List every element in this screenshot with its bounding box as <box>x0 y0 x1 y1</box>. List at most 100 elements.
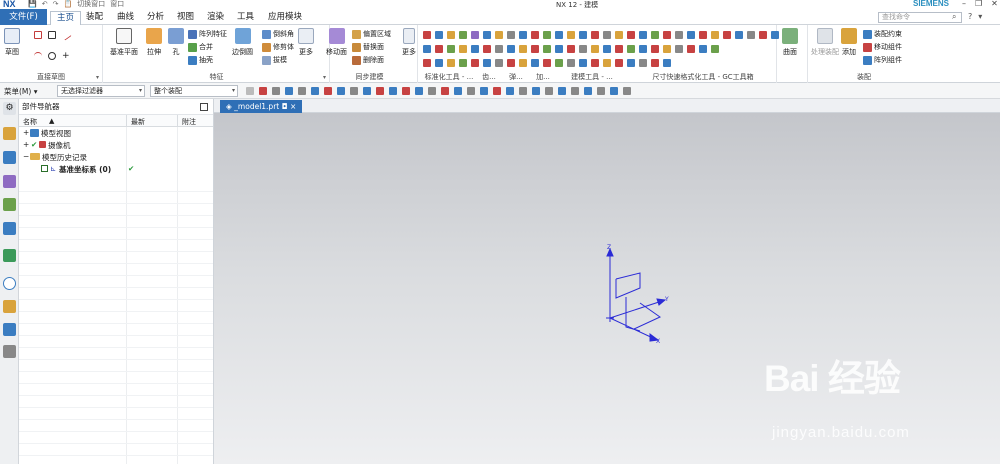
tool-icon[interactable] <box>519 45 527 53</box>
part-navigator-icon[interactable] <box>3 175 16 188</box>
tab-assembly[interactable]: 装配 <box>86 11 103 25</box>
tool-icon[interactable] <box>495 59 503 67</box>
pattern-feature-button[interactable]: 阵列特征 <box>188 29 227 39</box>
sketch-button[interactable]: 草图 <box>4 28 20 57</box>
minimize-icon[interactable]: – <box>962 0 966 8</box>
more-sync-button[interactable]: 更多 <box>402 28 416 57</box>
tool-icon[interactable] <box>543 45 551 53</box>
tab-home[interactable]: 主页 <box>50 11 82 25</box>
toolbox-label-machining[interactable]: 加... <box>531 72 555 82</box>
tool-icon[interactable] <box>435 59 443 67</box>
tool-icon[interactable] <box>615 59 623 67</box>
unite-button[interactable]: 合并 <box>188 42 213 52</box>
quick-access-toolbar[interactable]: 💾 ↶ ↷ 📋 切换窗口 窗口 <box>28 0 124 8</box>
history-palette-icon[interactable] <box>3 249 16 262</box>
datum-plane-button[interactable]: 基准平面 <box>110 28 138 57</box>
snap-icon[interactable] <box>363 87 371 95</box>
snap-icon[interactable] <box>493 87 501 95</box>
selection-scope-select[interactable]: 整个装配 ▾ <box>150 85 238 97</box>
graphics-window[interactable]: Z Y X <box>214 113 1000 464</box>
tool-icon[interactable] <box>603 59 611 67</box>
toolbox-label-standard[interactable]: 标准化工具 - ... <box>419 72 479 82</box>
column-name[interactable]: 名称 <box>23 117 37 127</box>
add-component-button[interactable]: 添加 <box>841 28 857 57</box>
close-icon[interactable]: ✕ <box>991 0 998 8</box>
tree-row-model-views[interactable]: + 模型视图 <box>19 127 213 139</box>
tool-icon[interactable] <box>471 45 479 53</box>
surface-button[interactable]: 曲面 <box>782 28 798 57</box>
tool-icon[interactable] <box>603 45 611 53</box>
tool-icon[interactable] <box>759 31 767 39</box>
process-studio-icon[interactable] <box>3 345 16 358</box>
snap-icon[interactable] <box>259 87 267 95</box>
system-material-icon[interactable] <box>3 323 16 336</box>
tool-icon[interactable] <box>555 31 563 39</box>
snap-icon[interactable] <box>454 87 462 95</box>
search-icon[interactable]: ⌕ <box>952 12 956 22</box>
type-filter-select[interactable]: 无选择过滤器 ▾ <box>57 85 145 97</box>
undo-icon[interactable]: ↶ <box>42 0 48 8</box>
tool-icon[interactable] <box>639 59 647 67</box>
tool-icon[interactable] <box>579 45 587 53</box>
tool-icon[interactable] <box>675 31 683 39</box>
tab-applications[interactable]: 应用模块 <box>268 11 302 25</box>
switch-window-button[interactable]: 切换窗口 <box>77 0 105 9</box>
tool-icon[interactable] <box>591 59 599 67</box>
chevron-down-icon[interactable]: ▾ <box>96 74 99 81</box>
snap-icon[interactable] <box>389 87 397 95</box>
constraint-navigator-icon[interactable] <box>3 151 16 164</box>
trim-body-button[interactable]: 修剪体 <box>262 42 294 52</box>
tool-icon[interactable] <box>483 31 491 39</box>
snap-icon[interactable] <box>350 87 358 95</box>
tab-analysis[interactable]: 分析 <box>147 11 164 25</box>
tool-icon[interactable] <box>663 31 671 39</box>
maximize-icon[interactable] <box>200 103 208 111</box>
tab-tools[interactable]: 工具 <box>237 11 254 25</box>
snap-icon[interactable] <box>298 87 306 95</box>
snap-icon[interactable] <box>415 87 423 95</box>
tool-icon[interactable] <box>651 31 659 39</box>
menu-button[interactable]: 菜单(M) ▾ <box>4 86 37 97</box>
view-icon[interactable] <box>597 87 605 95</box>
tool-icon[interactable] <box>723 31 731 39</box>
tool-icon[interactable] <box>567 31 575 39</box>
tool-icon[interactable] <box>435 45 443 53</box>
view-icon[interactable] <box>558 87 566 95</box>
tool-icon[interactable] <box>519 59 527 67</box>
assembly-constraint-button[interactable]: 装配约束 <box>863 29 902 39</box>
snap-icon[interactable] <box>467 87 475 95</box>
tool-icon[interactable] <box>507 31 515 39</box>
reuse-library-icon[interactable] <box>3 198 16 211</box>
snap-icon[interactable] <box>441 87 449 95</box>
tool-icon[interactable] <box>627 31 635 39</box>
snap-icon[interactable] <box>519 87 527 95</box>
process-assembly-button[interactable]: 处理装配 <box>811 28 839 57</box>
close-tab-icon[interactable]: × <box>290 102 296 111</box>
tool-icon[interactable] <box>663 45 671 53</box>
window-menu-button[interactable]: 窗口 <box>110 0 124 9</box>
move-component-button[interactable]: 移动组件 <box>863 42 902 52</box>
replace-face-button[interactable]: 替换面 <box>352 42 384 52</box>
redo-icon[interactable]: ↷ <box>53 0 59 8</box>
tree-row-cameras[interactable]: + ✔ 摄像机 <box>19 139 213 151</box>
snap-icon[interactable] <box>376 87 384 95</box>
expand-toggle[interactable]: + <box>23 128 29 137</box>
tool-icon[interactable] <box>603 31 611 39</box>
tool-icon[interactable] <box>483 59 491 67</box>
snap-icon[interactable] <box>337 87 345 95</box>
tool-icon[interactable] <box>423 59 431 67</box>
tab-view[interactable]: 视图 <box>177 11 194 25</box>
tab-render[interactable]: 渲染 <box>207 11 224 25</box>
edge-blend-button[interactable]: 边倒圆 <box>232 28 253 57</box>
tool-icon[interactable] <box>639 45 647 53</box>
tool-icon[interactable] <box>495 45 503 53</box>
pattern-component-button[interactable]: 阵列组件 <box>863 55 902 65</box>
tool-icon[interactable] <box>615 45 623 53</box>
tool-icon[interactable] <box>435 31 443 39</box>
tool-icon[interactable] <box>447 45 455 53</box>
toolbox-label-spring[interactable]: 弹... <box>504 72 528 82</box>
datum-csys-triad[interactable]: Z Y X <box>214 113 1000 464</box>
tool-icon[interactable] <box>555 59 563 67</box>
circle-icon[interactable] <box>48 52 56 60</box>
tool-icon[interactable] <box>579 59 587 67</box>
